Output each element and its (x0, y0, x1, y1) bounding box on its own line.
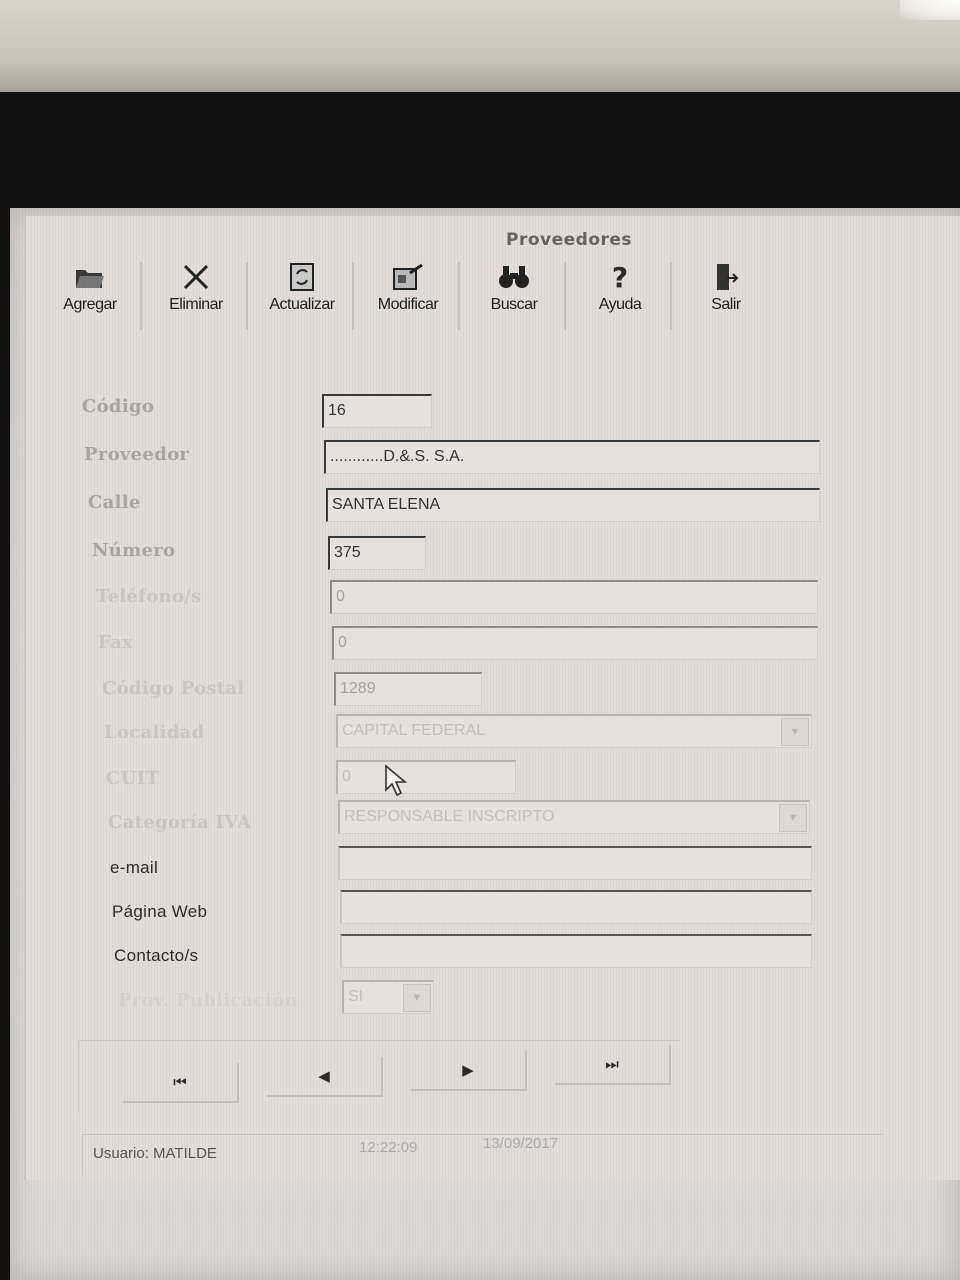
numero-label: Número (92, 540, 176, 561)
categoria-iva-value: RESPONSABLE INSCRIPTO (344, 808, 555, 825)
contactos-field[interactable] (340, 934, 812, 968)
eliminar-label: Eliminar (169, 296, 223, 313)
fax-label: Fax (98, 632, 134, 653)
edit-icon (390, 262, 426, 292)
modificar-button[interactable]: Modificar (358, 262, 460, 330)
publicacion-label: Prov. Publicación (118, 990, 298, 1011)
last-record-button[interactable]: ⏭ (555, 1045, 671, 1085)
status-time: 12:22:09 (359, 1139, 418, 1156)
pagina-web-label: Página Web (112, 902, 208, 921)
calle-label: Calle (88, 492, 141, 513)
previous-record-icon: ◀ (318, 1067, 330, 1085)
folder-open-icon (72, 262, 108, 292)
buscar-button[interactable]: Buscar (464, 262, 566, 330)
categoria-iva-label: Categoría IVA (108, 812, 252, 833)
publicacion-value: SI (348, 988, 364, 1005)
salir-button[interactable]: Salir (676, 262, 776, 330)
next-record-icon: ▶ (462, 1061, 474, 1079)
codigo-field[interactable]: 16 (322, 394, 432, 428)
pagina-web-field[interactable] (340, 890, 812, 924)
buscar-label: Buscar (490, 296, 538, 313)
modificar-label: Modificar (377, 296, 439, 313)
last-record-icon: ⏭ (605, 1055, 619, 1073)
help-icon: ? (611, 260, 629, 294)
codigo-postal-field[interactable]: 1289 (334, 672, 482, 706)
ayuda-label: Ayuda (598, 296, 642, 313)
exit-door-icon (708, 262, 744, 292)
status-date: 13/09/2017 (483, 1135, 559, 1152)
publicacion-select[interactable]: SI ▼ (342, 980, 434, 1014)
localidad-label: Localidad (104, 722, 205, 743)
refresh-icon (284, 262, 320, 292)
ayuda-button[interactable]: ? Ayuda (570, 260, 672, 330)
email-label: e-mail (110, 858, 159, 877)
binoculars-icon (496, 262, 532, 292)
fax-field[interactable]: 0 (332, 626, 818, 660)
room-light (900, 0, 960, 20)
next-record-button[interactable]: ▶ (411, 1051, 527, 1091)
contactos-label: Contacto/s (114, 946, 199, 965)
localidad-select[interactable]: CAPITAL FEDERAL ▼ (336, 714, 812, 748)
salir-label: Salir (711, 296, 741, 313)
eliminar-button[interactable]: Eliminar (146, 262, 248, 330)
agregar-label: Agregar (63, 296, 117, 313)
codigo-postal-label: Código Postal (102, 678, 245, 699)
close-x-icon (178, 262, 214, 292)
telefono-field[interactable]: 0 (330, 580, 818, 614)
title-bar: Proveedores (26, 216, 960, 260)
actualizar-button[interactable]: Actualizar (252, 262, 354, 330)
chevron-down-icon[interactable]: ▼ (403, 984, 431, 1012)
email-field[interactable] (338, 846, 812, 880)
proveedor-field[interactable]: ............D.&.S. S.A. (324, 440, 820, 474)
record-navigation: ⏮ ◀ ▶ ⏭ (78, 1040, 679, 1113)
calle-field[interactable]: SANTA ELENA (326, 488, 820, 522)
window-title: Proveedores (506, 230, 633, 250)
cuit-label: CUIT (106, 768, 160, 789)
status-user: Usuario: MATILDE (93, 1145, 217, 1162)
cuit-field[interactable]: 0 (336, 760, 516, 794)
codigo-label: Código (82, 396, 155, 417)
previous-record-button[interactable]: ◀ (267, 1057, 383, 1097)
mouse-cursor-icon (385, 764, 408, 797)
chevron-down-icon[interactable]: ▼ (781, 718, 809, 746)
actualizar-label: Actualizar (269, 296, 335, 313)
chevron-down-icon[interactable]: ▼ (779, 804, 807, 832)
first-record-button[interactable]: ⏮ (123, 1063, 239, 1103)
agregar-button[interactable]: Agregar (40, 262, 142, 330)
telefono-label: Teléfono/s (96, 586, 202, 607)
status-bar: Usuario: MATILDE 12:22:09 13/09/2017 (82, 1134, 883, 1175)
categoria-iva-select[interactable]: RESPONSABLE INSCRIPTO ▼ (338, 800, 810, 834)
localidad-value: CAPITAL FEDERAL (342, 722, 486, 739)
proveedor-label: Proveedor (84, 444, 190, 465)
toolbar: Agregar Eliminar Actualizar Modificar Bu… (40, 260, 741, 332)
first-record-icon: ⏮ (173, 1073, 187, 1091)
numero-field[interactable]: 375 (328, 536, 426, 570)
background-room (0, 0, 960, 100)
